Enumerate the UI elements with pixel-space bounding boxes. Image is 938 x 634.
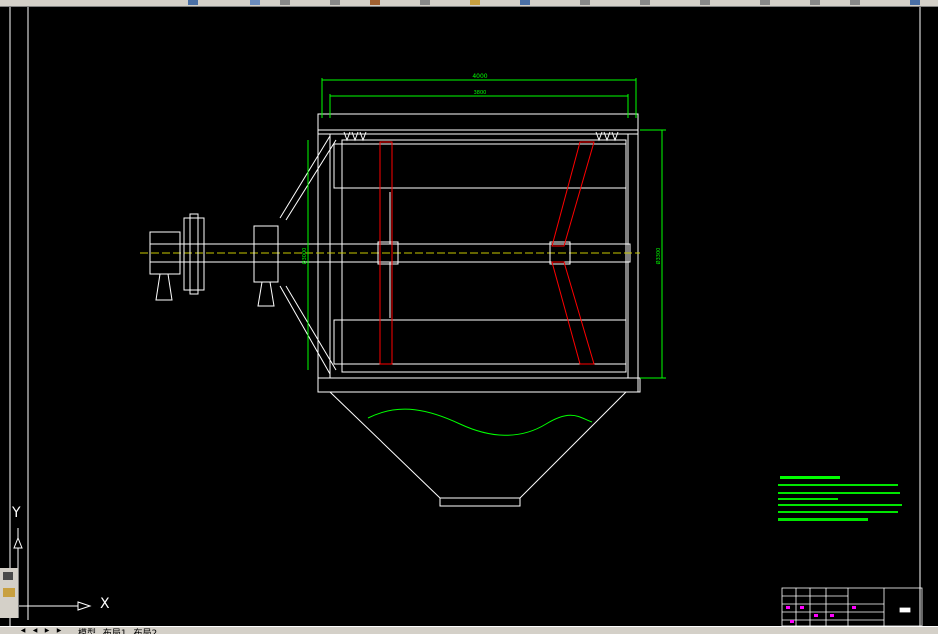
ucs-icon	[13, 528, 92, 611]
dim-overall-width: 4000	[472, 73, 487, 80]
toolbar-button[interactable]	[850, 0, 860, 5]
dimension-lines	[307, 78, 666, 379]
cad-drawing: 4000 3800 Ø3000 Ø3300	[9, 7, 923, 626]
toolbar-button[interactable]	[580, 0, 590, 5]
dim-right-height: Ø3300	[655, 248, 662, 265]
dim-left-height: Ø3000	[301, 248, 308, 265]
toolbar-button[interactable]	[810, 0, 820, 5]
ucs-x-label: X	[100, 596, 110, 612]
toolbar-button[interactable]	[280, 0, 290, 5]
spray-nozzles	[343, 131, 619, 142]
toolbar-button[interactable]	[760, 0, 770, 5]
gear-icon[interactable]	[3, 572, 13, 580]
toolbar-button[interactable]	[188, 0, 198, 5]
tech-requirements	[778, 476, 902, 521]
toolbar-button[interactable]	[470, 0, 480, 5]
material-level	[367, 408, 593, 436]
dim-inner-width: 3800	[474, 90, 487, 96]
toolbar	[0, 0, 938, 7]
toolbar-button[interactable]	[420, 0, 430, 5]
ucs-y-label: Y	[12, 505, 21, 521]
toolbar-button[interactable]	[520, 0, 530, 5]
toolbar-button[interactable]	[250, 0, 260, 5]
toolbar-button[interactable]	[910, 0, 920, 5]
toolbar-button[interactable]	[700, 0, 710, 5]
toolbar-button[interactable]	[330, 0, 340, 5]
folder-icon[interactable]	[3, 588, 15, 597]
discharge-hopper	[329, 391, 627, 507]
drawing-canvas[interactable]: 4000 3800 Ø3000 Ø3300 Y X	[0, 7, 938, 626]
side-tool-panel[interactable]	[0, 568, 19, 618]
toolbar-button[interactable]	[640, 0, 650, 5]
title-block-marks	[786, 606, 856, 623]
toolbar-button[interactable]	[370, 0, 380, 5]
